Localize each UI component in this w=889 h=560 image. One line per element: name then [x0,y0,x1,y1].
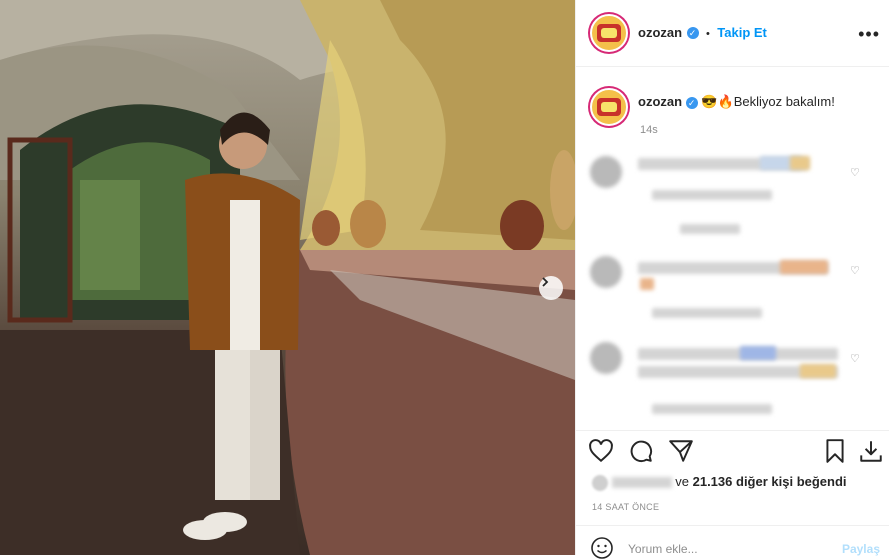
avatar[interactable] [590,14,628,52]
add-comment-bar: Yorum ekle... Paylaş [576,525,889,559]
caption-text: Bekliyoz bakalım! [733,94,835,109]
comment-item: ♡ [590,152,880,234]
post-panel: ozozan ✓ • Takip Et ••• ozozan ✓ 😎🔥Bekli… [575,0,889,559]
next-photo-button[interactable] [539,276,563,300]
comment-like-icon[interactable]: ♡ [850,352,862,365]
send-icon[interactable] [668,438,694,464]
likes-line: ve 21.136 diğer kişi beğendi [592,474,847,491]
likes-and: ve [675,474,689,489]
caption: ozozan ✓ 😎🔥Bekliyoz bakalım! [638,94,835,110]
more-options-icon[interactable]: ••• [858,24,880,45]
chevron-right-icon [542,277,549,287]
caption-time: 14s [640,124,658,136]
likes-count[interactable]: 21.136 [693,474,733,489]
comment-item: ♡ [590,342,880,414]
caption-username[interactable]: ozozan [638,94,682,109]
comment-item: ♡ [590,256,880,326]
photo-scene [0,0,575,555]
comment-icon[interactable] [628,438,654,464]
comment-input[interactable]: Yorum ekle... [628,542,698,556]
post-timestamp: 14 SAAT ÖNCE [592,502,660,512]
comment-like-icon[interactable]: ♡ [850,166,862,179]
dot-separator: • [705,28,710,40]
caption-avatar[interactable] [590,88,628,126]
download-icon[interactable] [858,438,884,464]
smiley-icon[interactable] [590,536,614,560]
bookmark-icon[interactable] [822,438,848,464]
liker-avatar [592,474,608,491]
verified-badge-icon: ✓ [685,96,698,109]
post-comment-button[interactable]: Paylaş [842,542,880,556]
post-photo[interactable] [0,0,575,555]
post-actions [576,430,889,470]
liker-name-blurred [611,477,672,489]
header-username[interactable]: ozozan [638,25,682,40]
verified-badge-icon: ✓ [686,26,699,39]
comment-like-icon[interactable]: ♡ [850,264,862,277]
caption-emojis: 😎🔥 [701,94,734,109]
follow-button[interactable]: Takip Et [717,25,767,40]
heart-icon[interactable] [588,438,614,464]
likes-rest[interactable]: diğer kişi beğendi [736,474,847,489]
post-header: ozozan ✓ • Takip Et ••• [576,0,889,67]
